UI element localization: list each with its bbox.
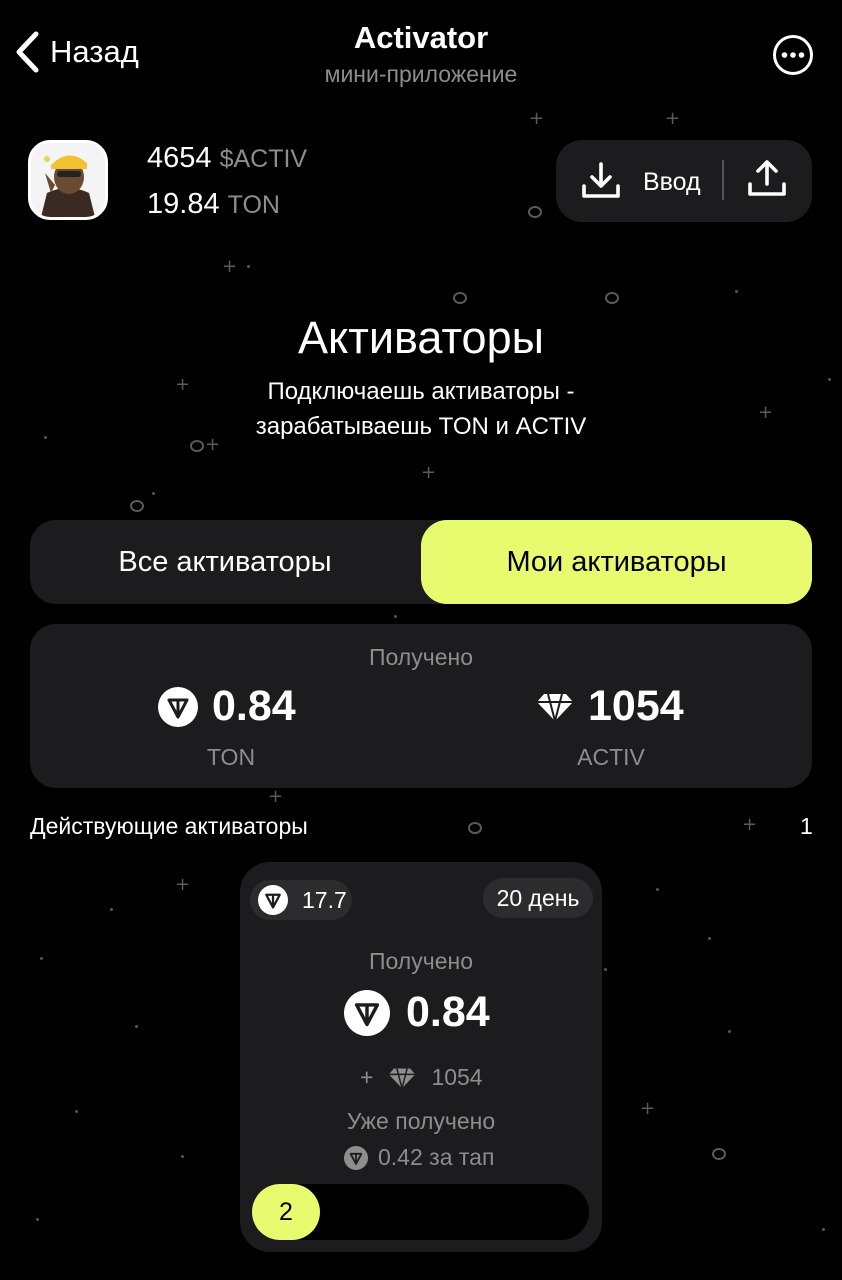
- ton-icon: [158, 686, 198, 727]
- price-badge: 17.7: [250, 880, 352, 920]
- star-decoration: [453, 292, 467, 304]
- ton-icon: [258, 885, 288, 915]
- section-title: Действующие активаторы: [30, 813, 308, 839]
- summary-activ-unit: ACTIV: [577, 744, 645, 770]
- summary-ton-unit: TON: [206, 744, 256, 770]
- card-received: 0.84: [344, 988, 490, 1037]
- price-value: 17.7: [302, 886, 347, 913]
- summary-activ: 1054: [536, 682, 684, 731]
- summary-activ-value: 1054: [588, 682, 684, 730]
- star-decoration: +: [742, 814, 758, 835]
- card-bonus: + 1054: [360, 1064, 483, 1091]
- per-tap: 0.42 за тап: [344, 1144, 494, 1171]
- diamond-icon: [537, 693, 573, 722]
- diamond-icon: [389, 1067, 416, 1089]
- star-decoration: +: [421, 462, 437, 483]
- download-icon[interactable]: [580, 160, 622, 202]
- star-decoration: +: [640, 1098, 656, 1119]
- already-received-label: Уже получено: [346, 1108, 496, 1134]
- upload-icon[interactable]: [746, 158, 788, 200]
- bonus-value: 1054: [431, 1064, 483, 1090]
- ton-amount: 19.84: [147, 188, 220, 220]
- description-line: зарабатываешь TON и ACTIV: [255, 413, 587, 440]
- ton-balance: 19.84 TON: [147, 188, 280, 221]
- star-decoration: +: [222, 256, 238, 277]
- activ-amount: 4654: [147, 142, 212, 174]
- avatar[interactable]: [28, 140, 108, 220]
- summary-ton-value: 0.84: [212, 682, 296, 730]
- progress-indicator: 2: [252, 1184, 320, 1240]
- activ-balance: 4654 $ACTIV: [147, 142, 307, 175]
- star-decoration: [130, 500, 144, 512]
- star-decoration: [712, 1148, 726, 1160]
- ton-icon: [344, 989, 390, 1036]
- star-decoration: +: [665, 108, 681, 129]
- star-decoration: +: [268, 786, 284, 807]
- tab-all-activators[interactable]: Все активаторы: [30, 520, 420, 604]
- ton-unit: TON: [227, 191, 280, 219]
- star-decoration: +: [529, 108, 545, 129]
- more-icon[interactable]: [772, 34, 814, 76]
- app-subtitle: мини-приложение: [324, 61, 518, 87]
- divider: [722, 160, 724, 200]
- star-decoration: [605, 292, 619, 304]
- per-tap-value: 0.42 за тап: [378, 1144, 495, 1170]
- page-description: Подключаешь активаторы - зарабатываешь T…: [0, 374, 842, 444]
- section-count: 1: [800, 813, 813, 839]
- avatar-image: [31, 143, 105, 217]
- page-title: Активаторы: [298, 312, 544, 363]
- ton-icon: [344, 1145, 368, 1170]
- app-title: Activator: [353, 20, 489, 55]
- tab-my-activators[interactable]: Мои активаторы: [421, 520, 812, 604]
- star-decoration: +: [175, 874, 191, 895]
- deposit-button[interactable]: Ввод: [643, 168, 701, 197]
- card-received-label: Получено: [368, 948, 473, 974]
- activ-unit: $ACTIV: [219, 145, 308, 173]
- star-decoration: [468, 822, 482, 834]
- summary-label: Получено: [368, 644, 473, 670]
- day-badge: 20 день: [483, 878, 593, 918]
- plus-sign: +: [360, 1064, 374, 1090]
- card-received-value: 0.84: [406, 988, 490, 1036]
- star-decoration: [528, 206, 542, 218]
- description-line: Подключаешь активаторы -: [267, 378, 575, 405]
- summary-ton: 0.84: [158, 682, 296, 731]
